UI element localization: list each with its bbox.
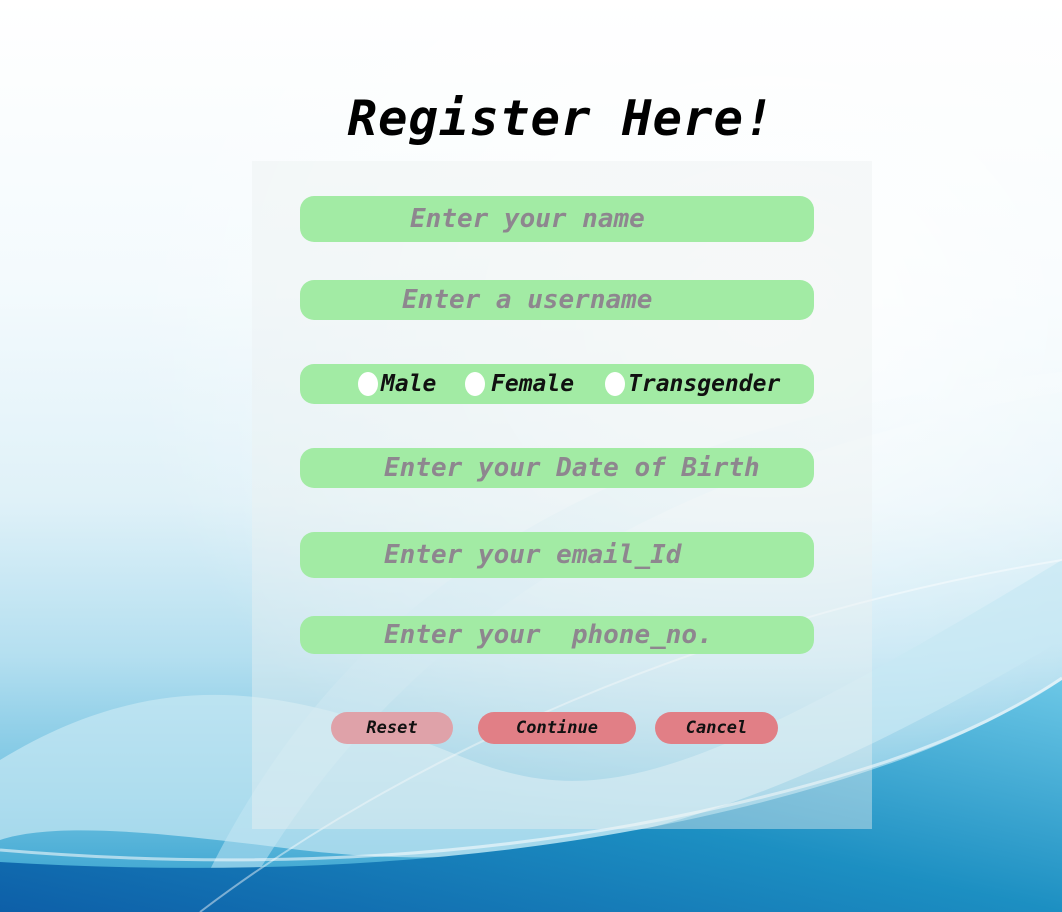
continue-button[interactable]: Continue — [478, 712, 636, 744]
name-input[interactable] — [300, 196, 814, 242]
transgender-radio-button[interactable] — [605, 372, 625, 396]
female-label: Female — [491, 371, 575, 397]
date-of-birth-input[interactable] — [300, 448, 814, 488]
male-radio-button[interactable] — [358, 372, 378, 396]
phone-input[interactable] — [300, 616, 814, 654]
male-label: Male — [381, 371, 437, 397]
female-radio-button[interactable] — [465, 372, 485, 396]
cancel-button[interactable]: Cancel — [655, 712, 778, 744]
gender-option-female[interactable]: Female — [465, 364, 574, 404]
gender-option-male[interactable]: Male — [358, 364, 436, 404]
page-title: Register Here! — [347, 90, 775, 147]
transgender-label: Transgender — [628, 371, 781, 397]
gender-option-transgender[interactable]: Transgender — [605, 364, 780, 404]
email-input[interactable] — [300, 532, 814, 578]
gender-radio-group: Male Female Transgender — [300, 364, 814, 404]
username-input[interactable] — [300, 280, 814, 320]
reset-button[interactable]: Reset — [331, 712, 453, 744]
